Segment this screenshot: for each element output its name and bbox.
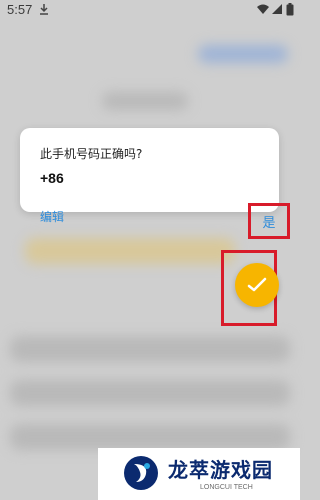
- blurred-title: [102, 92, 188, 110]
- blurred-keypad-row: [10, 424, 290, 450]
- phone-number: +86: [40, 170, 64, 186]
- blurred-keypad-row: [10, 336, 290, 362]
- confirm-fab[interactable]: [235, 263, 279, 307]
- blurred-keypad-row: [10, 380, 290, 406]
- confirm-yes-button[interactable]: 是: [248, 203, 290, 239]
- watermark-logo: 龙萃游戏园 LONGCUI TECH: [98, 448, 300, 500]
- blurred-banner: [25, 238, 235, 264]
- watermark-title: 龙萃游戏园: [168, 458, 273, 482]
- check-icon: [247, 277, 267, 292]
- watermark-subtitle: LONGCUI TECH: [200, 484, 253, 491]
- blurred-button: [198, 45, 288, 63]
- confirm-phone-dialog: 此手机号码正确吗? +86 编辑 是: [20, 128, 290, 239]
- edit-button[interactable]: 编辑: [40, 208, 64, 225]
- dialog-title: 此手机号码正确吗?: [40, 147, 143, 161]
- confirm-yes-label: 是: [262, 215, 276, 231]
- watermark-emblem-glyph: [134, 463, 150, 482]
- watermark-emblem-icon: [124, 456, 158, 490]
